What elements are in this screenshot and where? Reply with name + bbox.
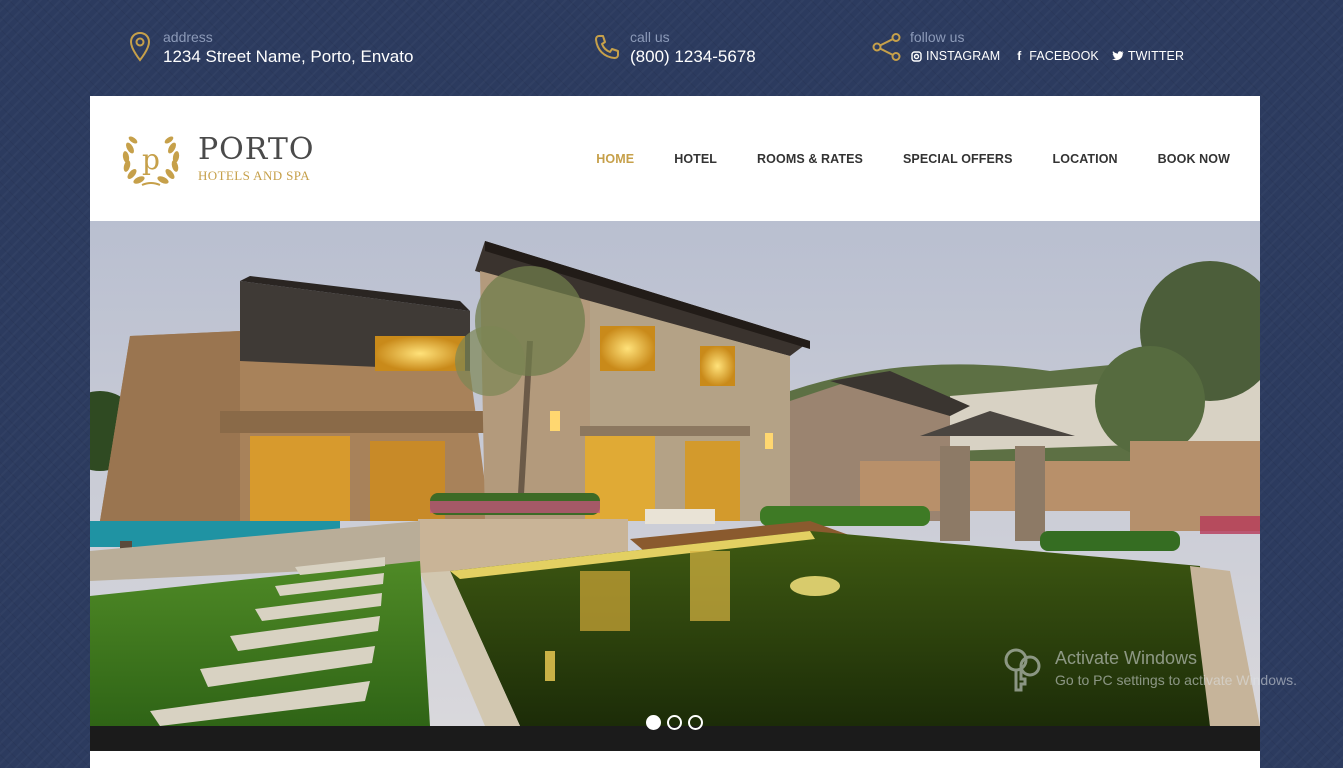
phone-icon <box>590 28 624 66</box>
watermark-title: Activate Windows <box>1055 648 1198 668</box>
slider-dot-2[interactable] <box>667 715 682 730</box>
facebook-link[interactable]: f FACEBOOK <box>1013 49 1099 63</box>
nav-item-book-now[interactable]: BOOK NOW <box>1158 152 1230 166</box>
share-icon <box>870 28 904 66</box>
map-pin-icon <box>123 28 157 66</box>
nav-item-hotel[interactable]: HOTEL <box>674 152 717 166</box>
watermark-subtitle: Go to PC settings to activate Windows. <box>1055 672 1297 688</box>
site-header: p PORTO HOTELS AND SPA HOME HOTEL ROOMS … <box>90 96 1260 221</box>
logo-mark-letter: p <box>142 143 160 176</box>
slider-dot-3[interactable] <box>688 715 703 730</box>
address-value: 1234 Street Name, Porto, Envato <box>163 47 414 66</box>
instagram-link[interactable]: INSTAGRAM <box>910 49 1000 63</box>
logo-subtitle: HOTELS AND SPA <box>198 167 311 183</box>
logo[interactable]: p PORTO HOTELS AND SPA <box>118 128 314 190</box>
twitter-icon <box>1111 51 1124 61</box>
twitter-link[interactable]: TWITTER <box>1111 49 1185 63</box>
follow-label: follow us <box>910 29 965 45</box>
key-icon <box>1000 646 1048 694</box>
address-label: address <box>163 29 213 45</box>
instagram-icon <box>910 50 922 62</box>
laurel-wreath-icon: p <box>118 128 184 190</box>
facebook-icon: f <box>1017 49 1022 63</box>
facebook-label: FACEBOOK <box>1029 49 1099 63</box>
social-links: INSTAGRAM f FACEBOOK TWITTER <box>910 49 1197 63</box>
content-area-top <box>90 751 1260 768</box>
follow-info: follow us INSTAGRAM f FACEBOOK TWITTER <box>870 28 1197 66</box>
slider-dots <box>646 715 709 730</box>
instagram-label: INSTAGRAM <box>926 49 1001 63</box>
address-info: address 1234 Street Name, Porto, Envato <box>123 28 413 68</box>
nav-item-special-offers[interactable]: SPECIAL OFFERS <box>903 152 1013 166</box>
activation-watermark: Activate Windows Go to PC settings to ac… <box>1000 646 1297 694</box>
main-nav: HOME HOTEL ROOMS & RATES SPECIAL OFFERS … <box>556 96 1230 221</box>
call-label: call us <box>630 29 670 45</box>
top-info-bar: address 1234 Street Name, Porto, Envato … <box>0 0 1343 96</box>
nav-item-home[interactable]: HOME <box>596 152 634 166</box>
call-info: call us (800) 1234-5678 <box>590 28 756 68</box>
phone-number[interactable]: (800) 1234-5678 <box>630 46 756 68</box>
nav-item-rooms-rates[interactable]: ROOMS & RATES <box>757 152 863 166</box>
slider-dot-1[interactable] <box>646 715 661 730</box>
nav-item-location[interactable]: LOCATION <box>1053 152 1118 166</box>
twitter-label: TWITTER <box>1127 49 1185 63</box>
logo-name: PORTO <box>198 131 315 167</box>
